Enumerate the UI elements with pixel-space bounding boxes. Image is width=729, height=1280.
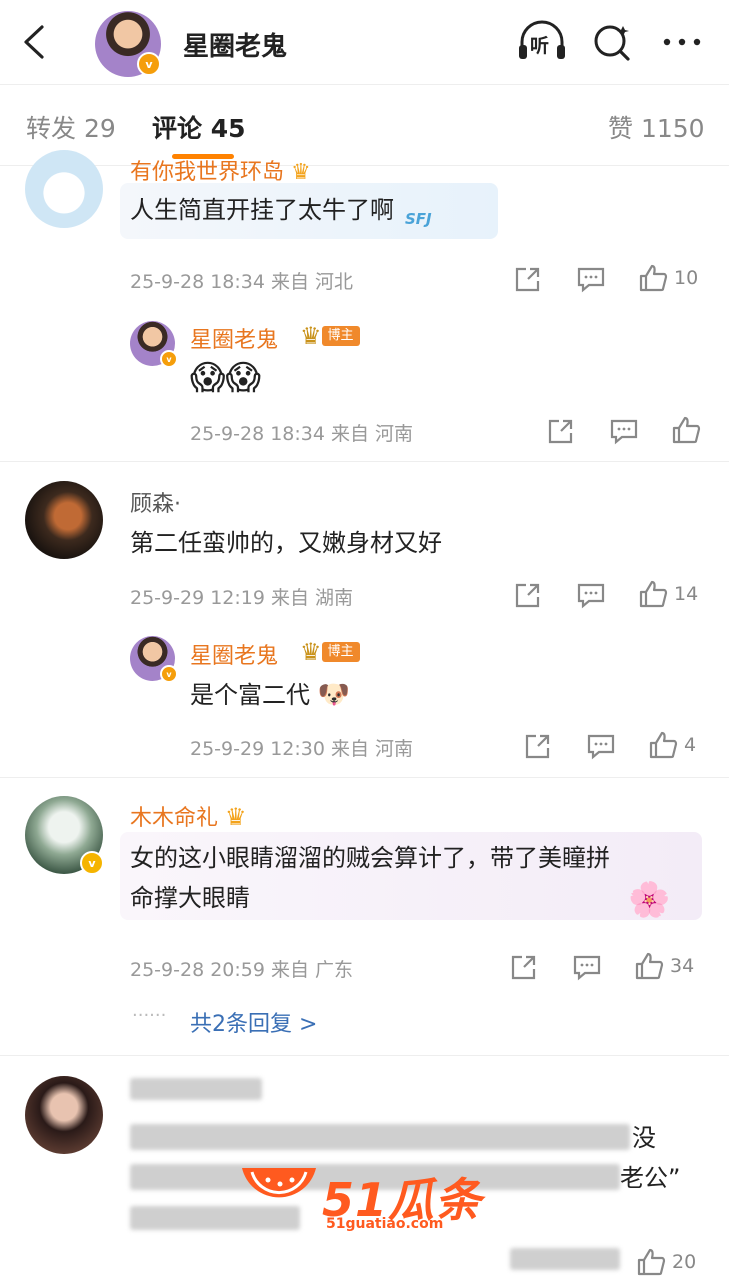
search-icon[interactable] [591,20,635,64]
like-button[interactable]: 4 [648,730,696,760]
divider [0,1055,729,1056]
like-count: 4 [684,734,697,756]
top-bar: v 星圈老鬼 听 [0,0,729,84]
like-count: 14 [674,583,699,605]
listen-label: 听 [530,35,550,57]
reply-username[interactable]: 星圈老鬼 [190,638,278,670]
like-button[interactable]: 20 [636,1247,696,1277]
crown-icon: ♛ [300,638,322,666]
reply-text: 😱😱 [190,358,261,398]
like-count: 20 [672,1251,697,1273]
blogger-tag: 博主 [321,326,360,346]
comment-meta: 25-9-28 18:34 来自 河北 [130,271,354,293]
crown-icon: ♛ [300,322,322,350]
verified-badge-icon: v [137,52,161,76]
share-icon[interactable] [524,733,551,760]
reply-text: 是个富二代 🐶 [190,680,351,710]
share-icon[interactable] [514,266,541,293]
commenter-avatar[interactable] [25,1076,103,1154]
bubble-sticker-icon: 🌸 [628,880,671,920]
like-button[interactable]: 34 [634,951,694,981]
comment-username[interactable]: 木木命礼 ♛ [130,800,247,832]
blurred-meta [510,1248,620,1270]
thumbs-up-icon [635,952,664,980]
comment-sticker: SFJ [405,210,432,228]
verified-badge-icon: v [160,665,178,683]
commenter-avatar[interactable] [25,150,103,228]
blurred-text-line [130,1124,630,1150]
reply-meta: 25-9-28 18:34 来自 河南 [190,423,414,445]
comment-icon[interactable] [577,582,605,609]
doge-emoji-icon: 🐶 [317,680,351,710]
tab-bar: 转发 29 评论 45 赞 1150 [0,84,729,166]
reply-username[interactable]: 星圈老鬼 [190,322,278,354]
divider [0,777,729,778]
comment-text-line-1: 女的这小眼睛溜溜的贼会算计了，带了美瞳拼 [130,844,610,872]
comment-text-fragment: 老公” [620,1164,681,1192]
watermelon-logo-icon [242,1168,316,1198]
comment-icon[interactable] [577,266,605,293]
tab-likes[interactable]: 赞 1150 [608,109,705,145]
reply-meta: 25-9-29 12:30 来自 河南 [190,738,414,760]
watermark-logo [238,1158,320,1220]
comment-text: 第二任蛮帅的，又嫩身材又好 [130,529,442,557]
comment-username[interactable]: 有你我世界环岛 ♛ [130,154,311,186]
like-button[interactable]: 10 [638,263,698,293]
thumbs-up-icon[interactable] [671,415,701,445]
blogger-tag: 博主 [321,642,360,662]
verified-badge-icon: v [160,350,178,368]
blurred-username [130,1078,262,1100]
view-replies-link[interactable]: 共2条回复 > [190,1006,317,1038]
more-options-icon[interactable] [660,20,704,64]
comment-icon[interactable] [587,733,615,760]
thumbs-up-icon [639,580,668,608]
comment-username[interactable]: 顾森· [130,486,181,518]
verified-badge-icon: v [80,851,104,875]
comment-text-line-2: 命撑大眼睛 [130,884,250,912]
tab-reposts[interactable]: 转发 29 [26,109,116,145]
like-button[interactable]: 14 [638,579,698,609]
comment-icon[interactable] [573,954,601,981]
thumbs-up-icon [649,731,678,759]
divider [0,461,729,462]
listen-button[interactable]: 听 [517,20,565,64]
watermark-url: 51guatiao.com [326,1216,444,1232]
page-title: 星圈老鬼 [183,32,288,62]
like-count: 34 [670,955,695,977]
back-arrow-icon[interactable] [18,24,52,60]
share-icon[interactable] [514,582,541,609]
comment-text-fragment: 没 [632,1124,656,1152]
blogger-badge: ♛ 博主 [300,322,360,350]
comment-icon[interactable] [610,418,638,445]
comment-meta: 25-9-29 12:19 来自 湖南 [130,587,354,609]
like-count: 10 [674,267,699,289]
thumbs-up-icon [637,1248,666,1276]
comment-meta: 25-9-28 20:59 来自 广东 [130,959,354,981]
blogger-badge: ♛ 博主 [300,638,360,666]
share-icon[interactable] [510,954,537,981]
reply-dots: ······ [132,1005,167,1026]
commenter-avatar[interactable] [25,481,103,559]
comment-text: 人生简直开挂了太牛了啊 [130,196,394,224]
thumbs-up-icon [639,264,668,292]
share-icon[interactable] [547,418,574,445]
tab-comments[interactable]: 评论 45 [152,109,246,145]
